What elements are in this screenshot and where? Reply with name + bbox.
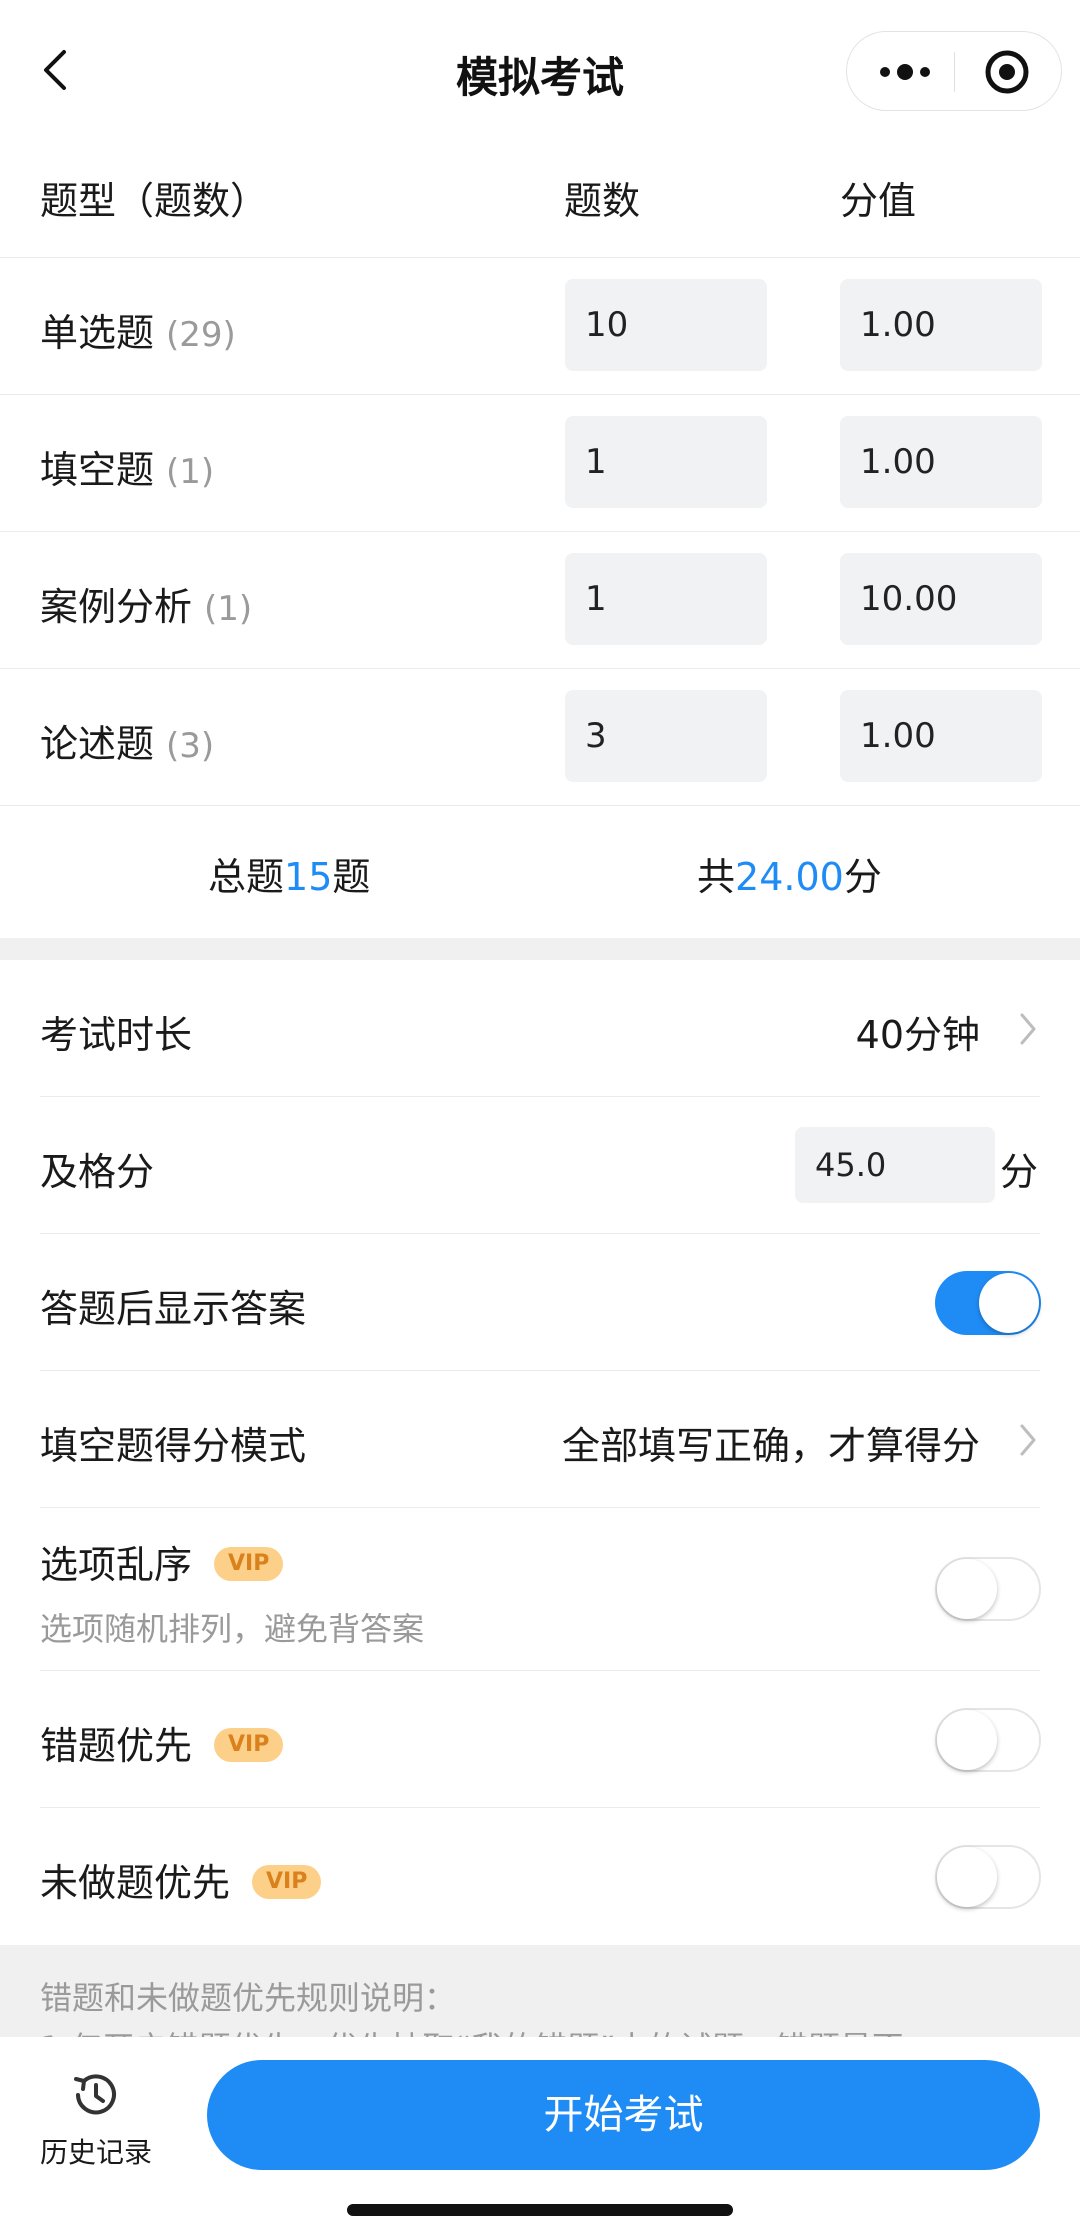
duration-value: 40分钟	[855, 1013, 980, 1057]
shuffle-toggle[interactable]	[935, 1557, 1041, 1621]
more-menu-button[interactable]	[875, 52, 935, 92]
totals-row: 总题15题 共24.00分	[0, 806, 1080, 938]
priority-rules-notice: 错题和未做题优先规则说明： 1.仅开启错题优先：优先抽取“我的错题”中的试题，错…	[0, 1945, 1080, 2037]
setting-undone-first: 未做题优先 VIP	[40, 1808, 1041, 1945]
type-label: 论述题	[40, 722, 155, 766]
table-row: 论述题 (3) 3 1.00	[0, 669, 1080, 806]
table-row: 案例分析 (1) 1 10.00	[0, 532, 1080, 669]
chevron-right-icon	[1020, 1424, 1036, 1456]
question-score-input[interactable]: 10.00	[840, 553, 1042, 645]
mini-program-capsule	[846, 31, 1062, 111]
pass-score-unit: 分	[1000, 1150, 1039, 1194]
question-count-input[interactable]: 1	[565, 553, 767, 645]
header-score: 分值	[840, 179, 917, 223]
shuffle-description: 选项随机排列，避免背答案	[40, 1610, 425, 1648]
close-mini-program-button[interactable]	[983, 48, 1031, 96]
history-button[interactable]: 历史记录	[36, 2067, 156, 2177]
section-divider	[0, 938, 1080, 960]
vip-badge: VIP	[252, 1864, 322, 1899]
home-indicator	[347, 2204, 733, 2216]
question-score-input[interactable]: 1.00	[840, 416, 1042, 508]
capsule-divider	[954, 52, 955, 92]
question-count-input[interactable]: 1	[565, 416, 767, 508]
table-header: 题型（题数） 题数 分值	[0, 140, 1080, 258]
undone-first-label-text: 未做题优先	[40, 1861, 231, 1905]
setting-pass-score: 及格分 45.0 分	[40, 1097, 1040, 1234]
question-type-table: 题型（题数） 题数 分值 单选题 (29) 10 1.00 填空题 (1) 1 1.…	[0, 140, 1080, 938]
exam-settings: 考试时长 40分钟 及格分 45.0 分 答题后显示答案 填空题得分模式 全部填…	[0, 960, 1080, 1945]
question-score-input[interactable]: 1.00	[840, 279, 1042, 371]
setting-wrong-first: 错题优先 VIP	[40, 1671, 1041, 1808]
show-answer-label: 答题后显示答案	[40, 1287, 307, 1331]
total-questions-prefix: 总题	[208, 855, 285, 899]
toggle-knob	[979, 1273, 1039, 1333]
question-type-name: 填空题 (1)	[40, 439, 214, 494]
setting-duration[interactable]: 考试时长 40分钟	[40, 960, 1040, 1097]
notice-title: 错题和未做题优先规则说明：	[40, 1979, 457, 2017]
question-type-name: 单选题 (29)	[40, 302, 236, 357]
question-score-input[interactable]: 1.00	[840, 690, 1042, 782]
question-type-name: 论述题 (3)	[40, 713, 214, 768]
history-clock-icon	[74, 2074, 116, 2115]
pass-score-input[interactable]: 45.0	[795, 1127, 995, 1203]
header-type: 题型（题数）	[40, 179, 269, 223]
header-count: 题数	[564, 179, 641, 223]
question-type-name: 案例分析 (1)	[40, 576, 252, 631]
type-label: 案例分析	[40, 585, 193, 629]
available-count: (3)	[166, 726, 215, 766]
wrong-first-label-text: 错题优先	[40, 1724, 193, 1768]
table-row: 填空题 (1) 1 1.00	[0, 395, 1080, 532]
toggle-knob	[937, 1559, 997, 1619]
type-label: 单选题	[40, 311, 155, 355]
question-count-input[interactable]: 3	[565, 690, 767, 782]
vip-badge: VIP	[214, 1727, 284, 1762]
available-count: (1)	[166, 452, 215, 492]
fill-mode-value: 全部填写正确，才算得分	[561, 1424, 980, 1468]
setting-shuffle: 选项乱序 VIP 选项随机排列，避免背答案	[40, 1508, 1041, 1671]
wrong-first-toggle[interactable]	[935, 1708, 1041, 1772]
show-answer-toggle[interactable]	[935, 1271, 1041, 1335]
total-score-value: 24.00	[735, 855, 844, 899]
bottom-action-bar: 历史记录 开始考试	[0, 2037, 1080, 2233]
pass-score-label: 及格分	[40, 1150, 155, 1194]
notice-rule-1: 1.仅开启错题优先：优先抽取“我的错题”中的试题，错题最否	[40, 2023, 904, 2037]
toggle-knob	[937, 1710, 997, 1770]
available-count: (29)	[166, 315, 236, 355]
available-count: (1)	[204, 589, 253, 629]
total-score: 共24.00分	[697, 846, 882, 901]
undone-first-toggle[interactable]	[935, 1845, 1041, 1909]
total-score-suffix: 分	[843, 855, 882, 899]
total-questions-suffix: 题	[332, 855, 371, 899]
shuffle-label: 选项乱序 VIP	[40, 1534, 284, 1589]
type-label: 填空题	[40, 448, 155, 492]
question-count-input[interactable]: 10	[565, 279, 767, 371]
more-dots-icon	[880, 64, 930, 80]
start-exam-button[interactable]: 开始考试	[207, 2060, 1040, 2170]
wrong-first-label: 错题优先 VIP	[40, 1715, 284, 1770]
total-score-prefix: 共	[697, 855, 736, 899]
history-label: 历史记录	[39, 2136, 152, 2169]
total-questions: 总题15题	[208, 846, 370, 901]
chevron-right-icon	[1020, 1013, 1036, 1045]
target-icon	[985, 50, 1029, 94]
setting-show-answer: 答题后显示答案	[40, 1234, 1041, 1371]
nav-bar: 模拟考试	[0, 0, 1080, 140]
vip-badge: VIP	[214, 1546, 284, 1581]
setting-fill-mode[interactable]: 填空题得分模式 全部填写正确，才算得分	[40, 1371, 1040, 1508]
table-row: 单选题 (29) 10 1.00	[0, 258, 1080, 395]
duration-label: 考试时长	[40, 1013, 193, 1057]
fill-mode-label: 填空题得分模式	[40, 1424, 307, 1468]
toggle-knob	[937, 1847, 997, 1907]
total-questions-value: 15	[284, 855, 333, 899]
undone-first-label: 未做题优先 VIP	[40, 1852, 322, 1907]
shuffle-label-text: 选项乱序	[40, 1543, 193, 1587]
